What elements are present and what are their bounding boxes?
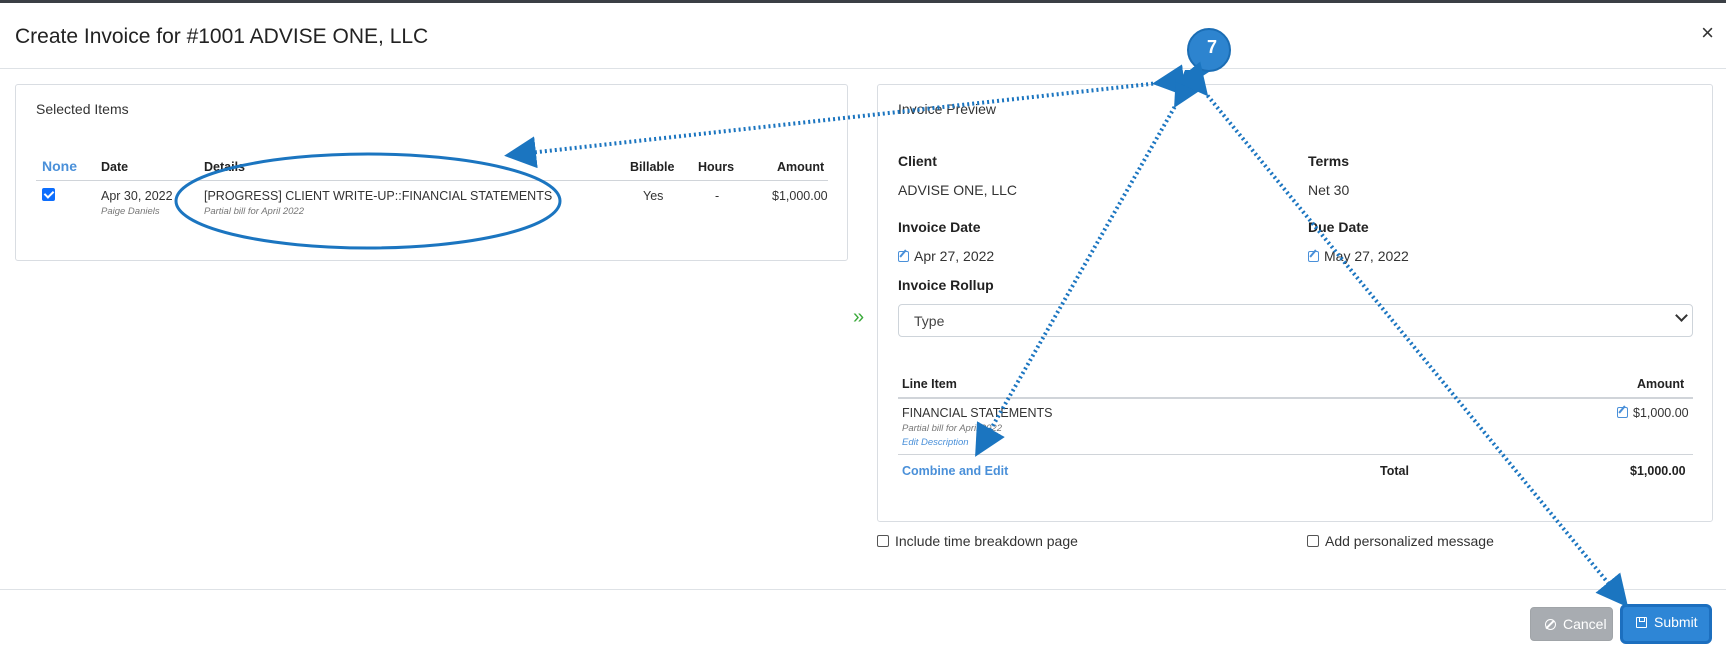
row-hours: -	[715, 189, 720, 203]
invoice-rollup-value: Type	[914, 313, 945, 329]
line-item-amount[interactable]: $1,000.00	[1617, 406, 1689, 420]
col-billable: Billable	[630, 160, 675, 174]
client-value: ADVISE ONE, LLC	[898, 182, 1018, 198]
chevron-down-icon	[1675, 309, 1688, 322]
total-divider	[898, 454, 1693, 455]
line-item-name: FINANCIAL STATEMENTS	[902, 406, 1053, 420]
close-icon[interactable]: ×	[1701, 22, 1714, 44]
col-date: Date	[101, 160, 129, 174]
col-details: Details	[204, 160, 245, 174]
col-hours: Hours	[698, 160, 735, 174]
row-billable: Yes	[643, 189, 664, 203]
header-divider	[36, 180, 828, 181]
personalized-message-checkbox[interactable]	[1307, 535, 1319, 547]
due-date-field[interactable]: May 27, 2022	[1308, 248, 1409, 264]
submit-label: Submit	[1654, 614, 1698, 630]
invoice-rollup-select[interactable]: Type	[898, 304, 1693, 337]
row-checkbox[interactable]	[42, 188, 55, 201]
submit-button[interactable]: Submit	[1620, 604, 1712, 644]
total-value: $1,000.00	[1630, 464, 1686, 478]
invoice-rollup-label: Invoice Rollup	[898, 277, 994, 293]
edit-description-link[interactable]: Edit Description	[902, 437, 969, 448]
line-item-note: Partial bill for April 2022	[902, 423, 1002, 434]
cancel-label: Cancel	[1563, 616, 1607, 632]
amount-header: Amount	[1637, 377, 1685, 391]
col-amount: Amount	[777, 160, 825, 174]
personalized-message-label: Add personalized message	[1325, 533, 1494, 549]
terms-value: Net 30	[1308, 182, 1350, 198]
transfer-arrows-icon: »	[853, 306, 865, 328]
time-breakdown-label: Include time breakdown page	[895, 533, 1078, 549]
row-amount: $1,000.00	[772, 189, 828, 203]
line-items-divider	[898, 397, 1693, 399]
select-none-link[interactable]: None	[42, 158, 77, 174]
modal-title: Create Invoice for #1001 ADVISE ONE, LLC	[15, 25, 429, 48]
edit-icon[interactable]	[1308, 251, 1319, 262]
time-breakdown-checkbox[interactable]	[877, 535, 889, 547]
edit-icon[interactable]	[898, 251, 909, 262]
step-number: 7	[1206, 37, 1217, 57]
terms-label: Terms	[1308, 153, 1349, 169]
row-staff: Paige Daniels	[101, 206, 160, 217]
selected-items-card: Selected Items None Date Details Billabl…	[15, 84, 848, 261]
invoice-date-value: Apr 27, 2022	[914, 248, 995, 264]
modal-footer-divider	[0, 589, 1726, 590]
row-details: [PROGRESS] CLIENT WRITE-UP::FINANCIAL ST…	[204, 189, 553, 203]
line-item-amount-value: $1,000.00	[1633, 406, 1689, 420]
personalized-message-option[interactable]: Add personalized message	[1307, 533, 1494, 549]
line-item-header: Line Item	[902, 377, 957, 391]
due-date-value: May 27, 2022	[1324, 248, 1409, 264]
invoice-preview-card: Invoice Preview Client ADVISE ONE, LLC T…	[877, 84, 1713, 522]
invoice-date-field[interactable]: Apr 27, 2022	[898, 248, 994, 264]
cancel-icon	[1545, 619, 1556, 630]
combine-and-edit-link[interactable]: Combine and Edit	[902, 464, 1008, 478]
row-note: Partial bill for April 2022	[204, 206, 304, 217]
due-date-label: Due Date	[1308, 219, 1369, 235]
client-label: Client	[898, 153, 937, 169]
selected-items-title: Selected Items	[36, 101, 129, 117]
cancel-button[interactable]: Cancel	[1530, 607, 1613, 641]
save-icon	[1636, 617, 1647, 628]
edit-icon[interactable]	[1617, 407, 1628, 418]
invoice-date-label: Invoice Date	[898, 219, 981, 235]
row-date: Apr 30, 2022	[101, 189, 173, 203]
invoice-preview-title: Invoice Preview	[898, 101, 997, 117]
modal-header: Create Invoice for #1001 ADVISE ONE, LLC…	[0, 3, 1726, 69]
time-breakdown-option[interactable]: Include time breakdown page	[877, 533, 1078, 549]
total-label: Total	[1380, 464, 1409, 478]
